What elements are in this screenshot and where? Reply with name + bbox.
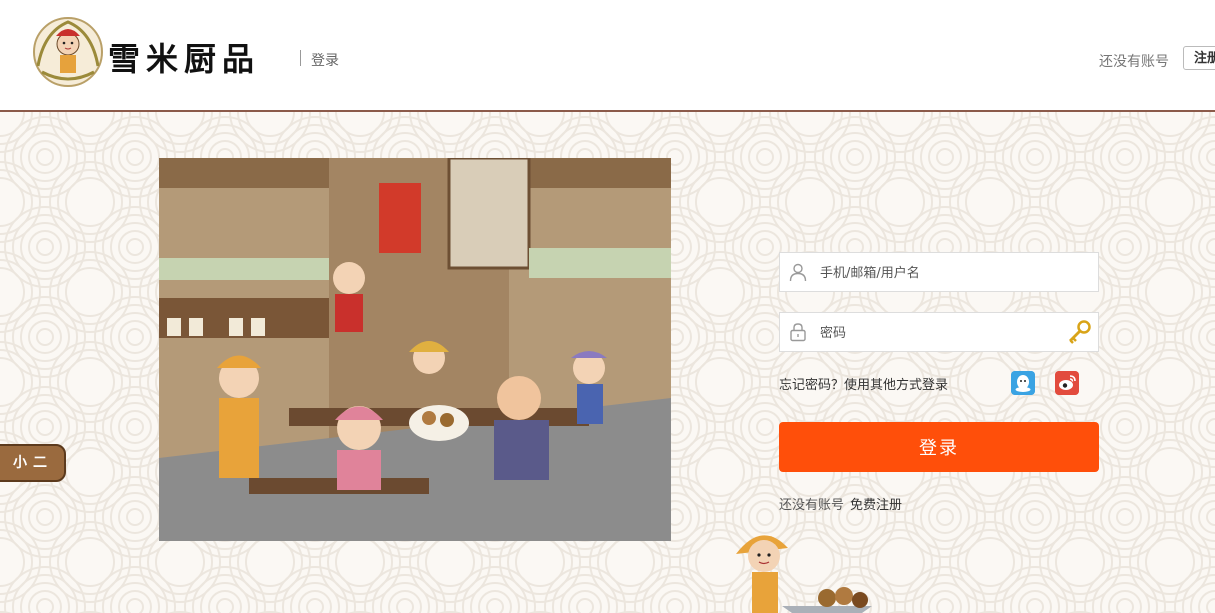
logo-emblem[interactable] <box>30 14 106 90</box>
password-field[interactable] <box>779 312 1099 353</box>
header-login-label: 登录 <box>311 53 339 69</box>
weibo-icon[interactable] <box>1055 371 1079 395</box>
password-input[interactable] <box>818 313 1062 353</box>
forgot-password-link[interactable]: 忘记密码？ <box>779 378 844 393</box>
username-field[interactable] <box>779 252 1099 293</box>
key-icon[interactable] <box>1066 319 1092 345</box>
login-links-row: 忘记密码？使用其他方式登录 <box>779 374 948 393</box>
login-button[interactable]: 登录 <box>779 422 1099 472</box>
mascot-illustration <box>736 535 872 613</box>
no-account-text: 还没有账号 <box>779 498 845 513</box>
other-login-methods-label: 使用其他方式登录 <box>844 378 949 393</box>
brand-name: 雪米厨品 <box>108 40 261 78</box>
side-tab-xiaoer[interactable]: 小二 <box>0 444 66 482</box>
site-header: 雪米厨品 登录 还没有账号 注册 <box>0 0 1215 112</box>
hero-illustration <box>159 158 671 541</box>
register-prompt: 还没有账号 免费注册 <box>779 494 902 513</box>
username-input[interactable] <box>818 253 1062 293</box>
qq-icon[interactable] <box>1011 371 1035 395</box>
header-no-account-text: 还没有账号 <box>1099 54 1169 70</box>
lock-icon <box>790 323 806 342</box>
user-icon <box>789 263 807 282</box>
header-divider <box>300 50 301 66</box>
header-register-button[interactable]: 注册 <box>1183 46 1215 70</box>
free-register-link[interactable]: 免费注册 <box>850 498 902 513</box>
